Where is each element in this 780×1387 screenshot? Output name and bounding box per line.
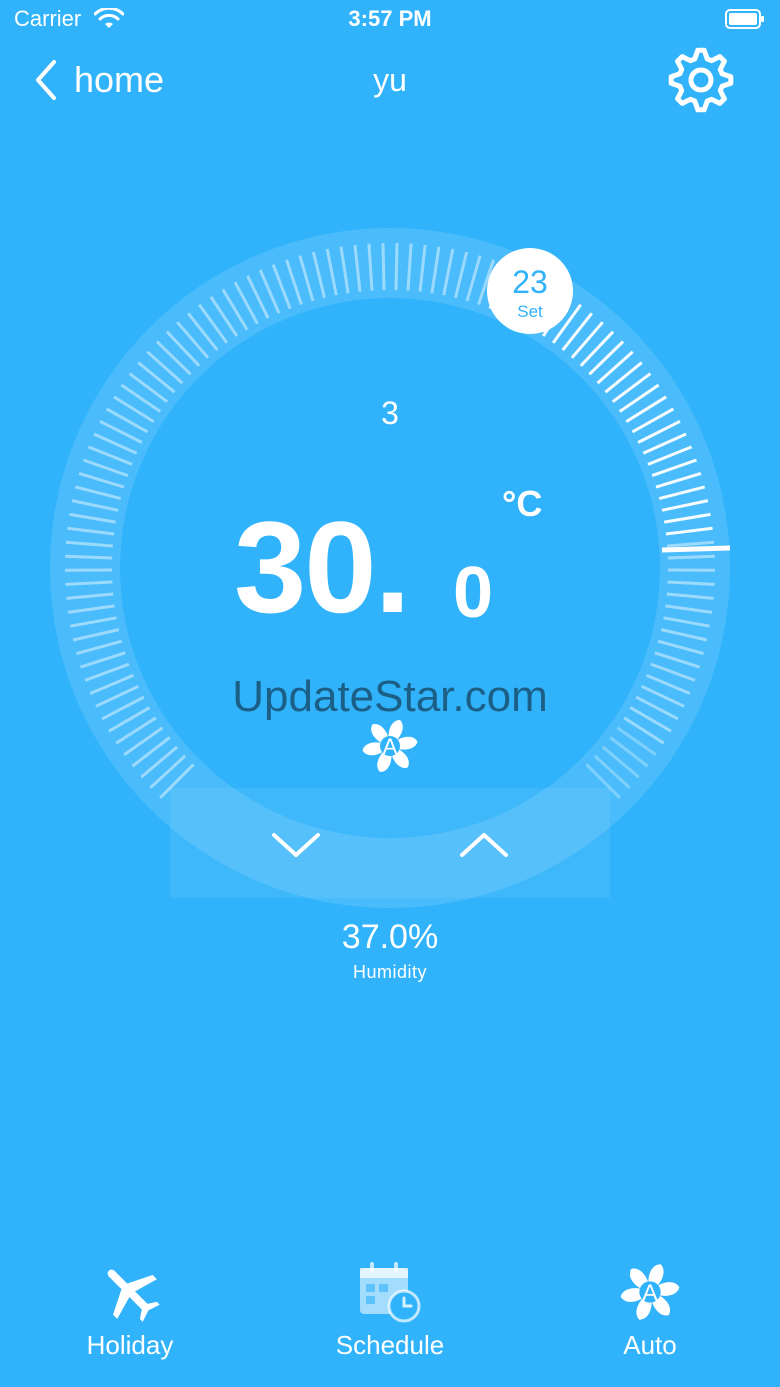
set-point-value: 23 <box>512 264 548 300</box>
temp-unit: °C <box>502 483 543 524</box>
tab-holiday-label: Holiday <box>86 1330 174 1360</box>
tab-auto[interactable]: A Auto <box>560 1260 740 1361</box>
current-temp-marker <box>661 545 730 553</box>
watermark: UpdateStar.com <box>232 672 548 721</box>
dial-tick <box>394 243 399 291</box>
airplane-icon <box>107 1269 160 1322</box>
current-temp-integer: 30. <box>234 494 411 640</box>
current-temp-decimal: 0 <box>453 553 494 633</box>
set-point-badge[interactable]: 23 Set <box>487 248 573 334</box>
battery-icon <box>725 9 764 29</box>
dial-tick <box>65 554 113 560</box>
humidity-value: 37.0% <box>341 918 439 956</box>
tab-auto-label: Auto <box>623 1330 677 1360</box>
dial-tick <box>381 243 386 291</box>
svg-text:A: A <box>642 1280 658 1306</box>
auto-fan-icon[interactable]: A <box>360 716 420 776</box>
dial-controls-area <box>170 788 610 898</box>
svg-text:A: A <box>383 734 398 759</box>
page-title: yu <box>373 62 407 98</box>
gear-icon[interactable] <box>666 45 736 115</box>
auto-fan-icon: A <box>620 1264 680 1320</box>
humidity-label: Humidity <box>352 962 427 982</box>
tab-schedule-label: Schedule <box>335 1330 445 1360</box>
set-point-label: Set <box>517 302 543 321</box>
decrease-temp-button[interactable] <box>270 825 322 865</box>
increase-temp-button[interactable] <box>458 825 510 865</box>
mode-number: 3 <box>381 395 399 431</box>
tab-schedule[interactable]: Schedule <box>300 1260 480 1361</box>
tab-holiday[interactable]: Holiday <box>40 1260 220 1361</box>
dial-tick <box>667 554 715 560</box>
status-time: 3:57 PM <box>348 6 432 31</box>
calendar-clock-icon <box>360 1262 421 1323</box>
